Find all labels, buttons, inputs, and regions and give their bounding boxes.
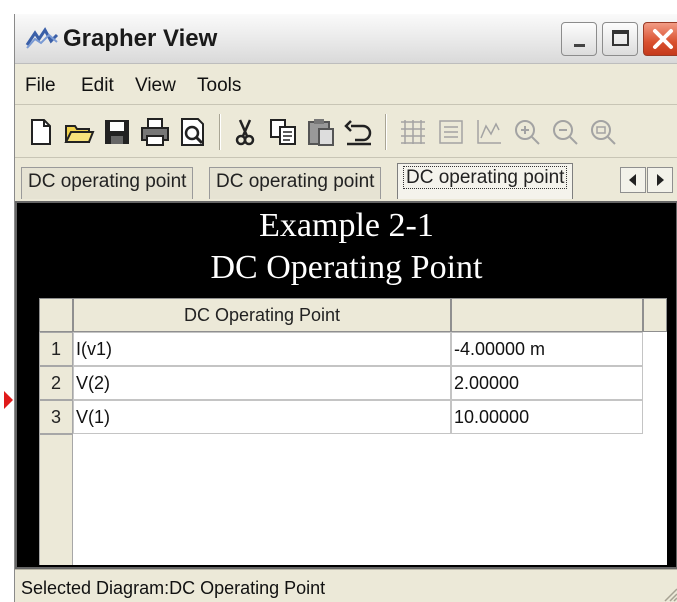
- table-cell-name[interactable]: V(2): [73, 366, 451, 400]
- menu-view[interactable]: View: [135, 75, 176, 97]
- toolbar: [15, 106, 677, 158]
- grapher-window: Grapher View File Edit View Tools DC ope…: [14, 14, 677, 602]
- maximize-icon: [612, 30, 629, 46]
- tab-dc-operating-point-2[interactable]: DC operating point: [209, 167, 382, 199]
- window-title: Grapher View: [63, 25, 218, 52]
- new-icon[interactable]: [25, 116, 57, 148]
- toolbar-separator: [385, 114, 387, 150]
- resize-grip-icon[interactable]: [660, 584, 677, 602]
- tab-scroll-right-button[interactable]: [647, 167, 673, 193]
- maximize-button[interactable]: [602, 22, 638, 56]
- row-header[interactable]: 1: [39, 332, 73, 366]
- chart-icon[interactable]: [473, 116, 505, 148]
- list-icon[interactable]: [435, 116, 467, 148]
- minimize-button[interactable]: [561, 22, 597, 56]
- print-icon[interactable]: [139, 116, 171, 148]
- zoom-fit-icon[interactable]: [587, 116, 619, 148]
- tab-label: DC operating point: [216, 171, 375, 192]
- zoom-out-icon[interactable]: [549, 116, 581, 148]
- status-text: Selected Diagram:DC Operating Point: [21, 578, 326, 598]
- row-header[interactable]: 2: [39, 366, 73, 400]
- column-header-name[interactable]: DC Operating Point: [73, 298, 451, 332]
- tab-strip: DC operating point DC operating point DC…: [15, 159, 677, 201]
- row-header-column-fill: [39, 434, 73, 565]
- toolbar-separator: [219, 114, 221, 150]
- graph-title-line1: Example 2-1: [259, 207, 434, 244]
- tab-label: DC operating point: [402, 166, 568, 189]
- tab-dc-operating-point-1[interactable]: DC operating point: [21, 167, 194, 199]
- row-header[interactable]: 3: [39, 400, 73, 434]
- table-cell-value[interactable]: 2.00000: [451, 366, 643, 400]
- column-header-value[interactable]: [451, 298, 643, 332]
- column-header-filler: [643, 298, 667, 332]
- save-icon[interactable]: [101, 116, 133, 148]
- arrow-right-icon: [657, 174, 664, 186]
- undo-icon[interactable]: [343, 116, 375, 148]
- zoom-in-icon[interactable]: [511, 116, 543, 148]
- copy-icon[interactable]: [267, 116, 299, 148]
- results-table[interactable]: DC Operating Point 1 I(v1) -4.00000 m 2 …: [39, 298, 667, 565]
- minimize-icon: [574, 44, 585, 47]
- menu-edit[interactable]: Edit: [81, 75, 114, 97]
- tab-dc-operating-point-3[interactable]: DC operating point: [397, 163, 574, 199]
- print-preview-icon[interactable]: [177, 116, 209, 148]
- title-bar[interactable]: Grapher View: [15, 14, 677, 64]
- menu-bar: File Edit View Tools: [15, 65, 677, 105]
- table-cell-value[interactable]: -4.00000 m: [451, 332, 643, 366]
- grid-icon[interactable]: [397, 116, 429, 148]
- tab-scroll-left-button[interactable]: [620, 167, 646, 193]
- status-bar: Selected Diagram:DC Operating Point: [15, 569, 677, 602]
- open-icon[interactable]: [63, 116, 95, 148]
- grapher-app-icon: [25, 27, 59, 49]
- table-cell-name[interactable]: V(1): [73, 400, 451, 434]
- table-corner-header: [39, 298, 73, 332]
- menu-file[interactable]: File: [25, 75, 56, 97]
- tab-label: DC operating point: [28, 171, 187, 192]
- table-cell-name[interactable]: I(v1): [73, 332, 451, 366]
- graph-panel: Example 2-1 DC Operating Point DC Operat…: [15, 201, 677, 569]
- table-cell-value[interactable]: 10.00000: [451, 400, 643, 434]
- close-button[interactable]: [643, 22, 677, 56]
- paste-icon[interactable]: [305, 116, 337, 148]
- close-icon: [653, 29, 673, 49]
- cut-icon[interactable]: [229, 116, 261, 148]
- arrow-left-icon: [629, 174, 636, 186]
- graph-title-line2: DC Operating Point: [210, 249, 483, 286]
- menu-tools[interactable]: Tools: [197, 75, 241, 97]
- current-row-marker-icon: [4, 391, 13, 409]
